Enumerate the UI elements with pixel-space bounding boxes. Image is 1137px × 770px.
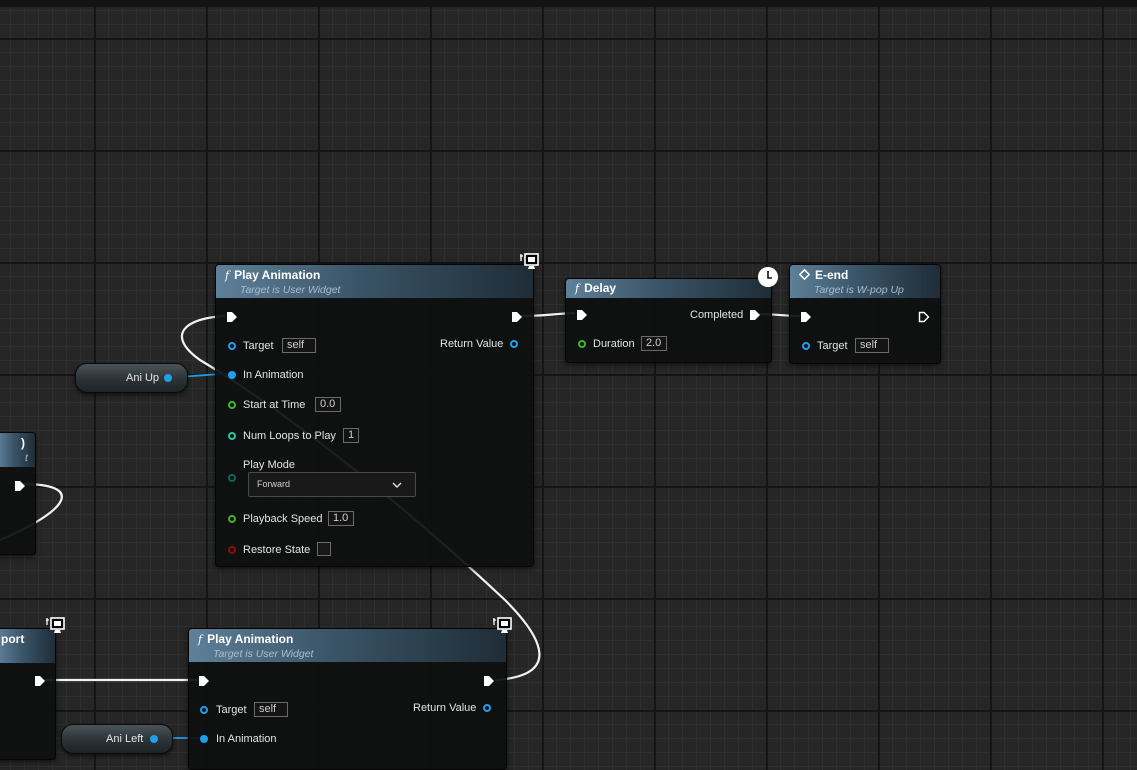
node-title: Play Animation	[207, 632, 294, 646]
duration-field[interactable]: 2.0	[641, 336, 667, 351]
exec-output-pin[interactable]	[749, 309, 761, 321]
play-mode-label: Play Mode	[243, 459, 295, 471]
partial-node-left[interactable]: ) t	[0, 432, 36, 555]
exec-output-pin[interactable]	[34, 675, 46, 687]
playback-speed-label: Playback Speed	[243, 513, 323, 525]
monitor-widget-icon	[46, 617, 65, 633]
target-pin[interactable]	[200, 706, 208, 714]
playback-speed-field[interactable]: 1.0	[328, 511, 354, 526]
exec-input-pin[interactable]	[226, 311, 238, 323]
partial-node-title: )	[21, 436, 25, 450]
diamond-event-icon	[798, 268, 811, 281]
node-title: E-end	[815, 268, 849, 282]
delay-node[interactable]: f Delay Completed Duration 2.0	[565, 278, 772, 363]
target-pin[interactable]	[802, 342, 810, 350]
restore-state-pin[interactable]	[228, 546, 236, 554]
start-at-time-label: Start at Time	[243, 399, 306, 411]
variable-output-pin[interactable]	[164, 374, 172, 382]
node-subtitle: Target is W-pop Up	[814, 284, 904, 296]
return-value-pin[interactable]	[483, 704, 491, 712]
target-value-field[interactable]: self	[254, 702, 288, 717]
variable-node-ani-left[interactable]: Ani Left	[61, 724, 173, 754]
duration-label: Duration	[593, 338, 635, 350]
clock-icon	[758, 267, 778, 287]
target-label: Target	[817, 340, 848, 352]
function-icon: f	[225, 269, 230, 282]
exec-input-pin[interactable]	[800, 311, 812, 323]
e-end-node[interactable]: E-end Target is W-pop Up Target self	[789, 264, 941, 364]
partial-node-left-bottom[interactable]: port	[0, 628, 56, 760]
exec-output-pin[interactable]	[483, 675, 495, 687]
in-animation-label: In Animation	[243, 369, 304, 381]
top-toolbar-strip	[0, 0, 1137, 7]
node-subtitle: Target is User Widget	[213, 648, 314, 660]
duration-pin[interactable]	[578, 340, 586, 348]
in-animation-pin[interactable]	[228, 371, 236, 379]
exec-input-pin[interactable]	[198, 675, 210, 687]
node-title: Delay	[584, 281, 617, 295]
play-mode-dropdown[interactable]: Forward	[248, 472, 416, 497]
play-animation-node-2[interactable]: f Play Animation Target is User Widget Ta…	[188, 628, 507, 770]
exec-input-pin[interactable]	[576, 309, 588, 321]
target-label: Target	[243, 340, 274, 352]
monitor-widget-icon	[493, 617, 512, 633]
play-mode-pin[interactable]	[228, 474, 236, 482]
start-at-time-pin[interactable]	[228, 401, 236, 409]
variable-label: Ani Up	[126, 372, 160, 384]
restore-state-label: Restore State	[243, 544, 311, 556]
target-value-field[interactable]: self	[282, 338, 316, 353]
node-subtitle: Target is User Widget	[240, 284, 341, 296]
return-value-pin[interactable]	[510, 340, 518, 348]
num-loops-field[interactable]: 1	[343, 428, 359, 443]
in-animation-pin[interactable]	[200, 735, 208, 743]
variable-output-pin[interactable]	[150, 735, 158, 743]
target-pin[interactable]	[228, 342, 236, 350]
return-value-label: Return Value	[413, 702, 477, 714]
restore-state-checkbox[interactable]	[317, 542, 331, 556]
completed-label: Completed	[690, 309, 744, 321]
target-value-field[interactable]: self	[855, 338, 889, 353]
target-label: Target	[216, 704, 247, 716]
monitor-widget-icon	[520, 253, 539, 269]
node-title: Play Animation	[234, 268, 321, 282]
exec-output-pin[interactable]	[918, 311, 930, 323]
play-mode-value: Forward	[257, 479, 291, 489]
num-loops-label: Num Loops to Play	[243, 430, 336, 442]
partial-node-subtitle: t	[25, 452, 28, 464]
playback-speed-pin[interactable]	[228, 515, 236, 523]
function-icon: f	[198, 633, 203, 646]
function-icon: f	[575, 282, 580, 295]
return-value-label: Return Value	[440, 338, 504, 350]
variable-node-ani-up[interactable]: Ani Up	[75, 363, 188, 393]
partial-node-title: port	[1, 632, 25, 646]
chevron-down-icon	[392, 482, 402, 488]
num-loops-pin[interactable]	[228, 432, 236, 440]
in-animation-label: In Animation	[216, 733, 277, 745]
exec-output-pin[interactable]	[14, 480, 26, 492]
exec-output-pin[interactable]	[511, 311, 523, 323]
variable-label: Ani Left	[106, 733, 144, 745]
play-animation-node-1[interactable]: f Play Animation Target is User Widget Ta…	[215, 264, 534, 567]
start-at-time-field[interactable]: 0.0	[315, 397, 341, 412]
